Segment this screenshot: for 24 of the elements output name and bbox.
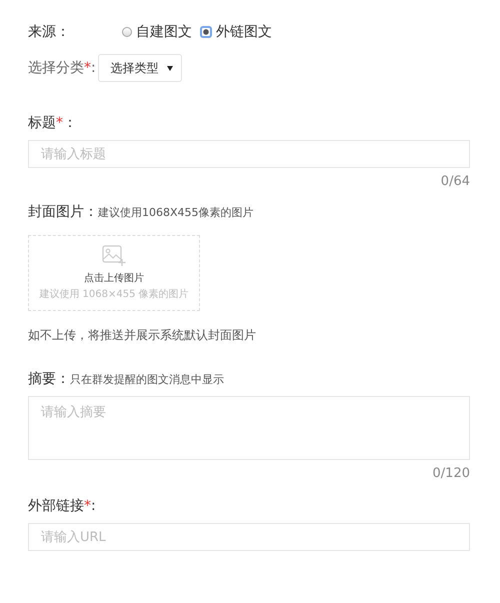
input-field[interactable]: 请输入URL (28, 523, 470, 551)
radio-button[interactable] (200, 26, 212, 38)
upload-area[interactable]: 点击上传图片 建议使用 1068×455 像素的图片 (28, 235, 200, 311)
text-area[interactable]: 请输入摘要 (28, 396, 470, 460)
char-counter: 0/64 (440, 174, 470, 189)
image-add-icon (102, 245, 126, 267)
caret-icon (166, 66, 173, 70)
field-label: 摘要： (28, 370, 70, 388)
field-label: 选择分类*: (28, 59, 96, 77)
category-select[interactable]: 选择类型 (98, 54, 182, 82)
char-counter: 0/120 (432, 466, 470, 481)
field-label: 标题*： (28, 114, 78, 132)
radio-label[interactable]: 外链图文 (216, 23, 272, 41)
field-hint: 建议使用1068X455像素的图片 (98, 205, 254, 220)
upload-hint: 建议使用 1068×455 像素的图片 (39, 288, 189, 301)
field-hint: 只在群发提醒的图文消息中显示 (70, 372, 224, 387)
cover-note: 如不上传，将推送并展示系统默认封面图片 (28, 327, 257, 344)
field-label: 外部链接*: (28, 497, 97, 515)
radio-button[interactable] (122, 27, 132, 37)
radio-label[interactable]: 自建图文 (136, 23, 192, 41)
field-label: 来源： (28, 23, 71, 41)
input-field[interactable]: 请输入标题 (28, 140, 470, 168)
upload-title: 点击上传图片 (84, 272, 144, 285)
field-label: 封面图片： (28, 203, 98, 221)
